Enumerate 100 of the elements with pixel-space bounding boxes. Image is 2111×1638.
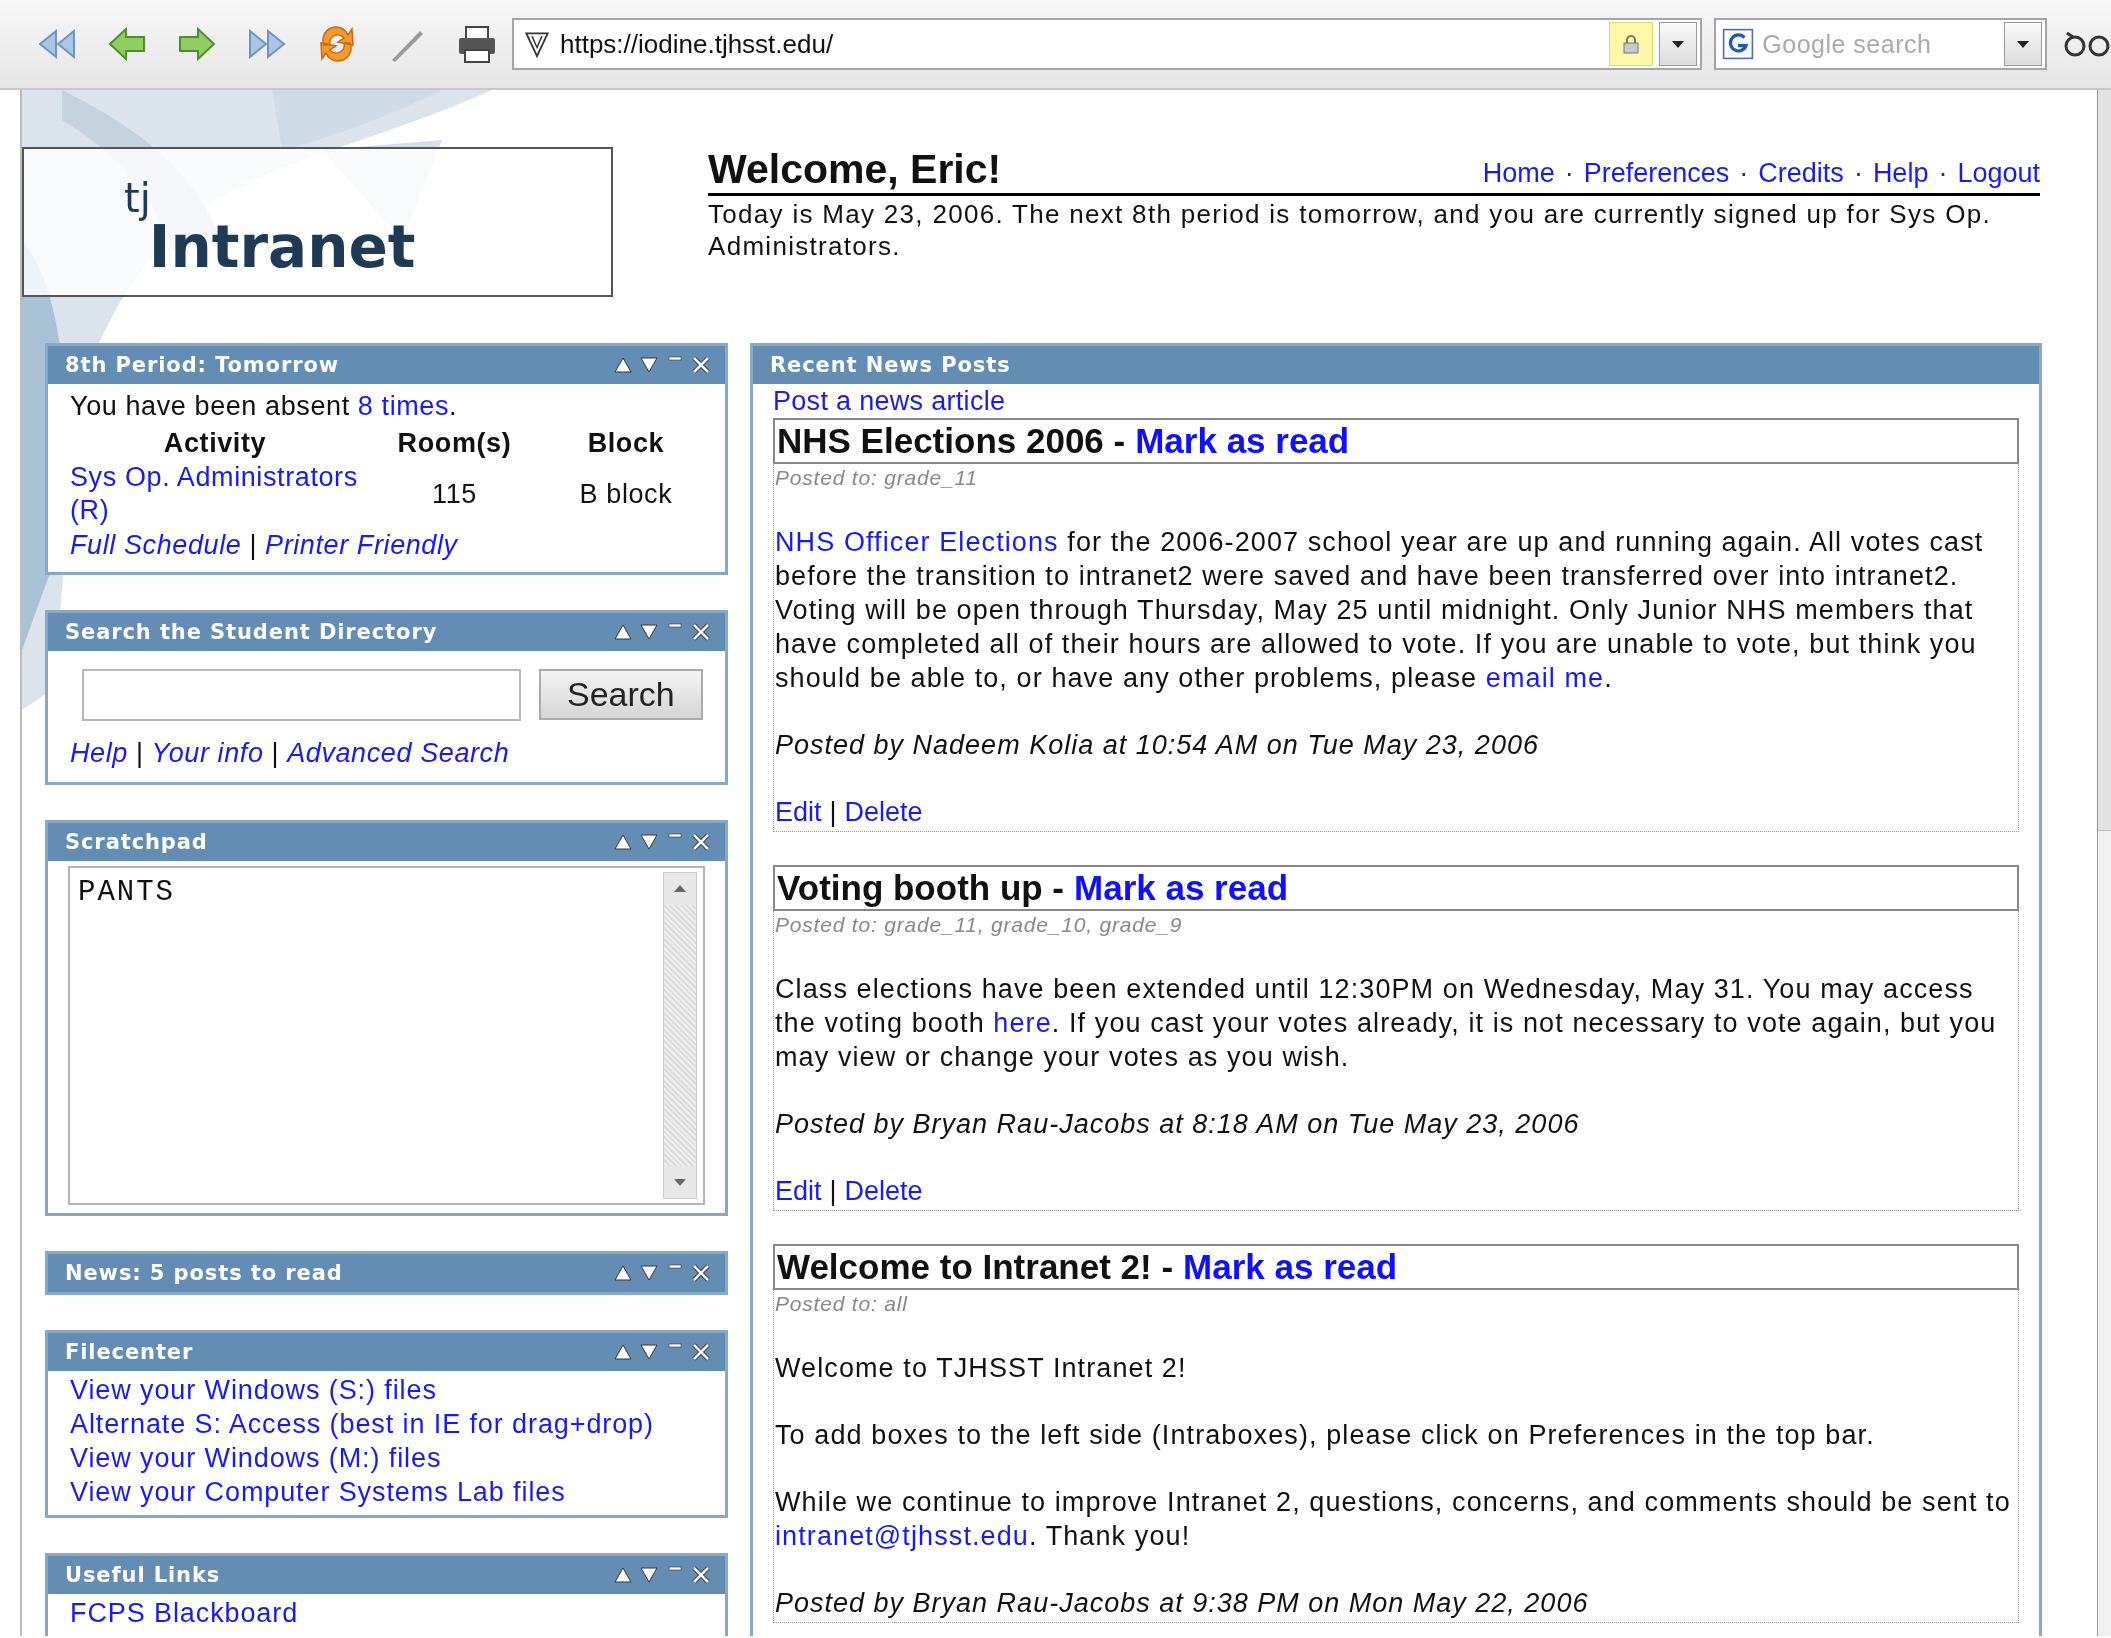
posted-to-text: Posted to: all <box>775 1291 909 1317</box>
move-down-icon[interactable] <box>639 1342 659 1362</box>
news-panel-title: Recent News Posts <box>770 353 1011 377</box>
move-down-icon[interactable] <box>639 355 659 375</box>
posted-to-text: Posted to: grade_11 <box>775 465 979 491</box>
intrabox-title: Scratchpad <box>65 830 208 854</box>
search-field[interactable] <box>82 669 521 721</box>
link-separator: | <box>829 1175 837 1208</box>
move-up-icon[interactable] <box>613 1565 633 1585</box>
link[interactable]: View your Windows (S:) files <box>70 1373 703 1407</box>
url-field[interactable]: https://iodine.tjhsst.edu/ <box>512 18 1703 70</box>
search-button[interactable]: Search <box>538 669 703 720</box>
nav-separator: · <box>1938 158 1948 189</box>
table-cell-text: 115 <box>431 477 478 511</box>
link[interactable]: Full Schedule <box>70 527 242 564</box>
dropdown-button[interactable] <box>2004 22 2042 66</box>
link[interactable]: Help <box>70 735 128 772</box>
post-title: Welcome to Intranet 2! - <box>777 1247 1174 1287</box>
post-paragraph: To add boxes to the left side (Intraboxes), please click on Preferences in the top bar. <box>775 1419 1876 1452</box>
post-title: Voting booth up - <box>777 868 1065 908</box>
nav-link[interactable]: Help <box>1872 158 1929 189</box>
move-down-icon[interactable] <box>639 622 659 642</box>
link[interactable]: here <box>993 1008 1052 1038</box>
link[interactable]: 8 times <box>357 391 450 421</box>
close-icon[interactable] <box>691 1565 711 1585</box>
dropdown-button[interactable] <box>1659 22 1698 66</box>
intrabox-header[interactable]: Scratchpad <box>48 823 725 861</box>
padlock-icon <box>1621 34 1642 54</box>
nav-link[interactable]: Credits <box>1758 158 1844 189</box>
link[interactable]: Printer Friendly <box>265 527 458 564</box>
close-icon[interactable] <box>691 1342 711 1362</box>
close-icon[interactable] <box>691 622 711 642</box>
scratchpad-field[interactable]: PANTS <box>68 866 705 1205</box>
link-separator: | <box>829 796 837 829</box>
move-up-icon[interactable] <box>613 622 633 642</box>
printer-icon[interactable] <box>456 23 498 65</box>
close-icon[interactable] <box>691 355 711 375</box>
close-icon[interactable] <box>691 1263 711 1283</box>
intrabox-title: News: 5 posts to read <box>65 1261 343 1285</box>
intrabox-header[interactable]: Filecenter <box>48 1333 725 1371</box>
link-separator: | <box>249 529 258 562</box>
link[interactable]: Advanced Search <box>287 735 510 772</box>
nav-link[interactable]: Logout <box>1957 158 2040 189</box>
move-up-icon[interactable] <box>613 832 633 852</box>
welcome-message: Today is May 23, 2006. The next 8th period is tomorrow, and you are currently signed up for Sys Op. Administrators. <box>708 198 1992 262</box>
move-up-icon[interactable] <box>613 1263 633 1283</box>
nav-link[interactable]: Preferences <box>1583 158 1730 189</box>
mark-as-read-link[interactable]: Mark as read <box>1074 868 1289 908</box>
link[interactable]: Alternate S: Access (best in IE for drag+drop) <box>70 1407 703 1441</box>
nav-separator: · <box>1564 158 1574 189</box>
link[interactable]: intranet@tjhsst.edu <box>775 1521 1029 1551</box>
link-separator: | <box>135 737 144 770</box>
intrabox-header[interactable]: News: 5 posts to read <box>48 1254 725 1292</box>
nav-separator: · <box>1739 158 1749 189</box>
link[interactable]: View your Computer Systems Lab files <box>70 1475 703 1509</box>
intrabox-header[interactable]: Useful Links <box>48 1556 725 1594</box>
intrabox-header[interactable]: 8th Period: Tomorrow <box>48 346 725 384</box>
post-byline: Posted by Bryan Rau-Jacobs at 9:38 PM on Mon May 22, 2006 <box>775 1587 1590 1620</box>
shield-icon <box>522 29 552 59</box>
move-down-icon[interactable] <box>639 1263 659 1283</box>
post-action-link[interactable]: Delete <box>844 1174 923 1208</box>
mark-as-read-link[interactable]: Mark as read <box>1135 421 1350 461</box>
post-paragraph: NHS Officer Elections for the 2006-2007 school year are up and running again. All votes cast before the transition to intranet2 were saved and have been transferred over into intranet2. Voting will be open through Thursday, May 25 until midnight. Only Junior NHS members that have completed all of their hours are allowed to vote. If you are unable to vote, but think you should be able to, or have any other problems, please email me. <box>775 526 1985 695</box>
post-paragraph: While we continue to improve Intranet 2, questions, concerns, and comments should be sent to intranet@tjhsst.edu. Thank you! <box>775 1486 2012 1553</box>
post-paragraph: Class elections have been extended until 12:30PM on Wednesday, May 31. You may access the voting booth here. If you cast your votes already, it is not necessary to vote again, but you may view or change your votes as you wish. <box>775 973 1998 1074</box>
link[interactable]: email me <box>1485 663 1605 693</box>
mark-as-read-link[interactable]: Mark as read <box>1183 1247 1398 1287</box>
move-down-icon[interactable] <box>639 832 659 852</box>
post-byline: Posted by Nadeem Kolia at 10:54 AM on Tue May 23, 2006 <box>775 729 1540 762</box>
post-action-link[interactable]: Edit <box>775 1174 822 1208</box>
link[interactable]: Your info <box>151 735 264 772</box>
intrabox-title: Useful Links <box>65 1563 221 1587</box>
post-byline: Posted by Bryan Rau-Jacobs at 8:18 AM on Tue May 23, 2006 <box>775 1108 1581 1141</box>
move-down-icon[interactable] <box>639 1565 659 1585</box>
nav-link[interactable]: Home <box>1482 158 1555 189</box>
post-action-link[interactable]: Delete <box>844 795 923 829</box>
logo-text: Intranet <box>148 213 416 281</box>
intrabox-title: 8th Period: Tomorrow <box>65 353 340 377</box>
nav-separator: · <box>1853 158 1863 189</box>
absence-text: You have been absent 8 times. <box>70 390 459 423</box>
link[interactable]: NHS Officer Elections <box>775 527 1059 557</box>
post-action-link[interactable]: Edit <box>775 795 822 829</box>
link[interactable]: View your Windows (M:) files <box>70 1441 703 1475</box>
column-header: Activity <box>162 427 268 460</box>
post-news-link[interactable]: Post a news article <box>773 384 1006 418</box>
link[interactable]: FCPS Blackboard <box>70 1596 703 1630</box>
move-up-icon[interactable] <box>613 355 633 375</box>
column-header: Room(s) <box>396 427 513 460</box>
move-up-icon[interactable] <box>613 1342 633 1362</box>
posted-to-text: Posted to: grade_11, grade_10, grade_9 <box>775 912 1184 938</box>
logo[interactable]: tj Intranet <box>22 147 613 297</box>
activity-link[interactable]: Sys Op. Administrators (R) <box>70 461 360 527</box>
intrabox-title: Filecenter <box>65 1340 194 1364</box>
intrabox-title: Search the Student Directory <box>65 620 438 644</box>
column-header: Block <box>586 427 666 460</box>
table-cell-text: B block <box>578 477 674 511</box>
post-paragraph: Welcome to TJHSST Intranet 2! <box>775 1352 1188 1385</box>
close-icon[interactable] <box>691 832 711 852</box>
lock-button[interactable] <box>1609 22 1654 66</box>
intrabox-header[interactable]: Search the Student Directory <box>48 613 725 651</box>
